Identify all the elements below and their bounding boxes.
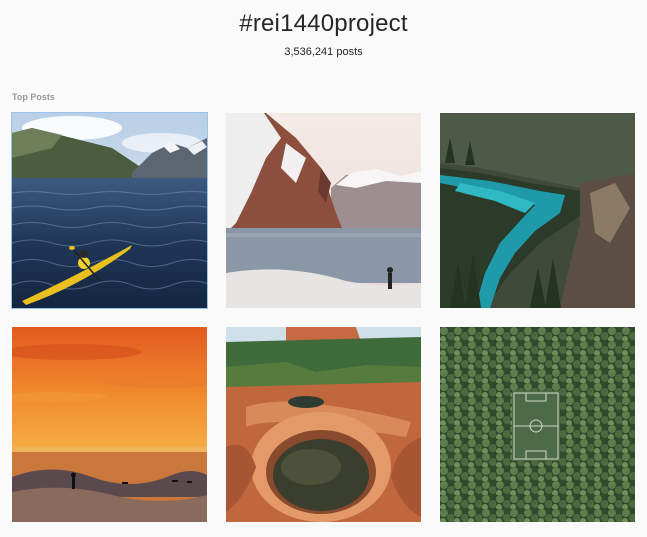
red-rock-pool-image <box>226 327 421 522</box>
post-count: 3,536,241 posts <box>284 46 363 58</box>
hashtag-title: #rei1440project <box>239 10 408 37</box>
snowy-cliffs-image <box>226 113 421 308</box>
top-posts-label: Top Posts <box>12 92 55 102</box>
post-thumbnail-snowy-cliffs[interactable] <box>226 113 421 308</box>
forest-field-image <box>440 327 635 522</box>
kayaker-fjord-image <box>12 113 207 308</box>
turquoise-river-image <box>440 113 635 308</box>
hashtag-page: #rei1440project 3,536,241 posts Top Post… <box>0 0 647 537</box>
post-thumbnail-red-rock-pool[interactable] <box>226 327 421 522</box>
sunset-surf-image <box>12 327 207 522</box>
post-thumbnail-turquoise-river[interactable] <box>440 113 635 308</box>
post-thumbnail-kayaker[interactable] <box>12 113 207 308</box>
post-thumbnail-forest-field[interactable] <box>440 327 635 522</box>
post-thumbnail-sunset-surf[interactable] <box>12 327 207 522</box>
